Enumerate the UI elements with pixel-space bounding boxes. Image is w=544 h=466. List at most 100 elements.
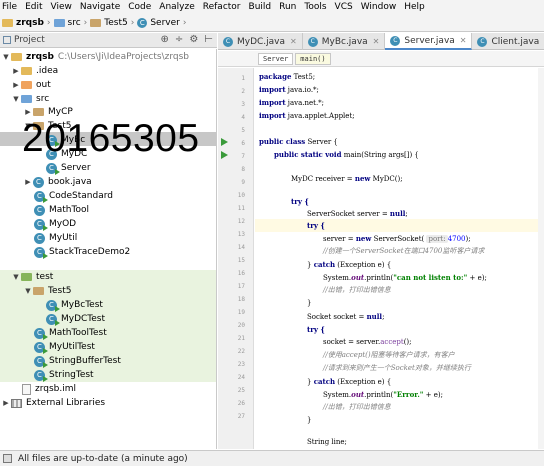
current-line-highlight [255, 219, 544, 232]
tree-item-myutil[interactable]: C MyUtil [34, 231, 77, 245]
class-icon: C [46, 162, 60, 175]
close-icon[interactable]: ✕ [373, 37, 380, 46]
tree-item-myutiltest[interactable]: C MyUtilTest [0, 340, 216, 354]
menu-file[interactable]: File [0, 0, 20, 14]
menu-edit[interactable]: Edit [20, 0, 45, 14]
menu-help[interactable]: Help [399, 0, 428, 14]
line-number: 21 [237, 335, 245, 342]
class-icon: C [34, 218, 48, 231]
close-icon[interactable]: ✕ [290, 37, 297, 46]
tree-item-mathtooltest[interactable]: C MathToolTest [0, 326, 216, 340]
gear-icon[interactable]: ⚙ [189, 34, 198, 45]
tree-item-libraries[interactable]: ▶ External Libraries [2, 396, 105, 410]
menu-tools[interactable]: Tools [299, 0, 329, 14]
breadcrumb-server[interactable]: C Server [137, 17, 180, 28]
tab-mybc[interactable]: C MyBc.java ✕ [303, 33, 386, 50]
breadcrumb-src[interactable]: src [53, 18, 81, 28]
project-panel-title[interactable]: Project [14, 35, 45, 45]
chevron-right-icon: › [182, 17, 187, 28]
menu-run[interactable]: Run [274, 0, 299, 14]
menu-navigate[interactable]: Navigate [75, 0, 123, 14]
menu-window[interactable]: Window [356, 0, 400, 14]
tree-root-path: C:\Users\Ji\IdeaProjects\zrqsb [57, 52, 190, 62]
run-icon[interactable] [221, 138, 228, 146]
tree-server-label: Server [61, 163, 91, 173]
chevron-right-icon[interactable]: ▶ [2, 399, 10, 407]
project-tree: ▼ zrqsb C:\Users\Ji\IdeaProjects\zrqsb ▶… [0, 49, 217, 449]
editor-crumb-class[interactable]: Server [258, 52, 294, 65]
tree-item-codestandard[interactable]: C CodeStandard [34, 189, 113, 203]
chevron-right-icon[interactable]: ▶ [24, 108, 32, 116]
code-line: try { [307, 221, 325, 230]
class-icon: C [34, 341, 48, 354]
tree-item-book[interactable]: ▶ C book.java [24, 175, 92, 189]
hide-icon[interactable]: ⊢ [204, 34, 213, 45]
package-icon [33, 287, 44, 295]
line-number: 23 [237, 361, 245, 368]
menu-vcs[interactable]: VCS [330, 0, 356, 14]
tree-item-test[interactable]: ▼ test [0, 270, 216, 284]
chevron-right-icon: › [83, 17, 88, 28]
code-line: } [307, 416, 312, 424]
tree-item-mybctest[interactable]: C MyBcTest [0, 298, 216, 312]
line-number: 26 [237, 400, 245, 407]
tree-item-stringtest[interactable]: C StringTest [0, 368, 216, 382]
breadcrumb-test5[interactable]: Test5 [90, 18, 128, 28]
tree-root-label: zrqsb [26, 52, 54, 62]
tab-server[interactable]: C Server.java ✕ [385, 33, 473, 50]
tree-item-stacktrace[interactable]: C StackTraceDemo2 [34, 245, 130, 259]
chevron-down-icon[interactable]: ▼ [24, 287, 32, 295]
chevron-right-icon[interactable]: ▶ [24, 178, 32, 186]
collapse-icon[interactable]: ÷ [175, 34, 183, 45]
chevron-down-icon[interactable]: ▼ [12, 273, 20, 281]
tree-item-mathtool[interactable]: C MathTool [34, 203, 89, 217]
folder-icon [21, 67, 32, 75]
code-editor[interactable]: package Test5; import java.io.*; import … [255, 68, 544, 449]
class-icon: C [223, 36, 233, 47]
tree-item-root[interactable]: ▼ zrqsb C:\Users\Ji\IdeaProjects\zrqsb [2, 50, 189, 64]
tree-item-stringbuffertest[interactable]: C StringBufferTest [0, 354, 216, 368]
class-icon: C [390, 35, 401, 46]
tree-myutiltest-label: MyUtilTest [49, 342, 95, 352]
tree-item-idea[interactable]: ▶ .idea [12, 64, 58, 78]
run-icon[interactable] [221, 151, 228, 159]
tree-item-mydctest[interactable]: C MyDCTest [0, 312, 216, 326]
line-number: 2 [241, 88, 245, 95]
tree-item-test-test5[interactable]: ▼ Test5 [0, 284, 216, 298]
line-number: 5 [241, 127, 245, 134]
menu-view[interactable]: View [46, 0, 75, 14]
chevron-right-icon[interactable]: ▶ [12, 67, 20, 75]
tree-item-src[interactable]: ▼ src [12, 92, 49, 106]
tree-item-iml[interactable]: zrqsb.iml [22, 382, 76, 396]
line-number: 17 [237, 283, 245, 290]
menu-code[interactable]: Code [123, 0, 154, 14]
chevron-right-icon[interactable]: ▶ [12, 81, 20, 89]
close-icon[interactable]: ✕ [460, 36, 467, 45]
menu-analyze[interactable]: Analyze [154, 0, 197, 14]
tree-item-server[interactable]: C Server [46, 161, 91, 175]
tree-stacktrace-label: StackTraceDemo2 [49, 247, 131, 257]
tab-server-label: Server.java [404, 35, 455, 46]
line-number: 6 [241, 140, 245, 147]
tab-client[interactable]: C Client.java ✕ [472, 33, 544, 50]
editor-scrollbar[interactable] [538, 68, 544, 449]
code-line: server = new ServerSocket( port: 4700); [323, 234, 471, 243]
locate-icon[interactable]: ⊕ [161, 34, 169, 45]
tree-item-myod[interactable]: C MyOD [34, 217, 76, 231]
breadcrumb-project-label: zrqsb [16, 17, 44, 28]
test-folder-icon [21, 273, 32, 281]
tree-item-out[interactable]: ▶ out [12, 78, 50, 92]
tab-mybc-label: MyBc.java [321, 36, 368, 47]
menu-build[interactable]: Build [244, 0, 275, 14]
tab-mydc[interactable]: C MyDC.java ✕ [218, 33, 303, 50]
code-comment: //出错，打印出错信息 [323, 403, 391, 411]
chevron-down-icon[interactable]: ▼ [2, 53, 10, 61]
editor-gutter[interactable]: 1 2 3 4 5 6 7 8 9 10 11 12 13 14 15 16 1… [218, 68, 254, 449]
chevron-down-icon[interactable]: ▼ [12, 95, 20, 103]
menu-refactor[interactable]: Refactor [198, 0, 244, 14]
breadcrumb-project[interactable]: zrqsb [2, 18, 44, 28]
editor-crumb-method[interactable]: main() [295, 52, 331, 65]
class-icon: C [34, 355, 48, 368]
panel-toggle-icon[interactable] [3, 454, 12, 463]
line-number: 11 [237, 205, 245, 212]
